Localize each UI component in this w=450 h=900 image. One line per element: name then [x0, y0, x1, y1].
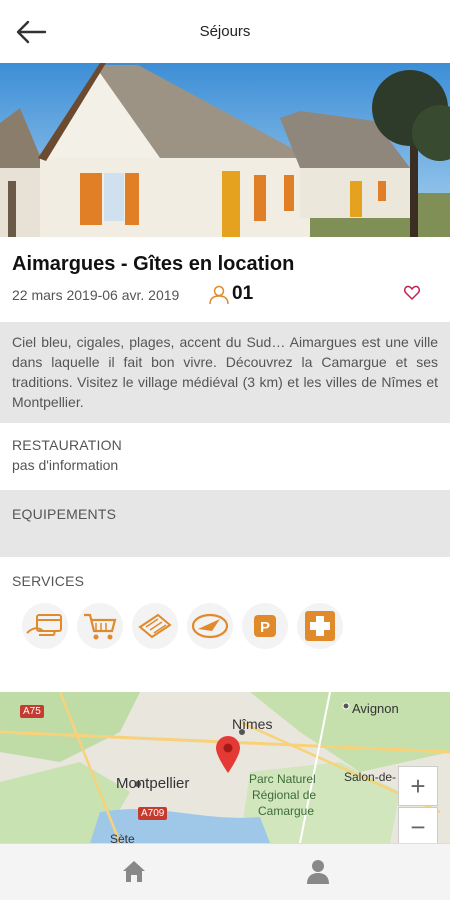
hero-photo: [0, 63, 450, 237]
map-zoom-out-button[interactable]: −: [398, 807, 438, 843]
location-map[interactable]: A75 Nîmes Avignon Montpellier Parc Natur…: [0, 692, 450, 843]
map-label-parc-2: Régional de: [252, 788, 317, 802]
map-label-avignon: Avignon: [352, 701, 399, 716]
guest-count: 01: [232, 283, 254, 304]
listing-title: Aimargues - Gîtes en location: [12, 253, 295, 275]
svg-text:P: P: [260, 619, 270, 636]
listing-dates: 22 mars 2019-06 avr. 2019: [12, 287, 180, 303]
map-label-nimes: Nîmes: [232, 716, 273, 732]
newspaper-icon: [138, 613, 172, 639]
restauration-section: RESTAURATION pas d'information: [0, 423, 450, 490]
service-post[interactable]: [187, 603, 233, 649]
map-label-montpellier: Montpellier: [116, 775, 190, 792]
restauration-value: pas d'information: [12, 457, 119, 473]
parking-icon: P: [254, 615, 276, 637]
service-press[interactable]: [132, 603, 178, 649]
service-parking[interactable]: P: [242, 603, 288, 649]
map-label-parc: Parc Naturel: [249, 772, 316, 786]
map-label-a709: A709: [138, 807, 168, 820]
first-aid-icon: [305, 611, 335, 641]
post-office-icon: [191, 613, 229, 639]
services-section: SERVICES P: [0, 557, 450, 692]
equipements-section: EQUIPEMENTS: [0, 490, 450, 557]
map-zoom-in-button[interactable]: +: [398, 766, 438, 806]
equipements-label: EQUIPEMENTS: [12, 506, 117, 522]
service-card-payment[interactable]: [22, 603, 68, 649]
bottom-navigation: [0, 843, 450, 900]
services-list: P: [22, 603, 343, 649]
favorite-heart-icon[interactable]: [403, 284, 421, 302]
page-title: Séjours: [199, 23, 251, 40]
services-label: SERVICES: [12, 573, 85, 589]
back-arrow-icon[interactable]: [14, 18, 48, 46]
map-label-parc-3: Camargue: [258, 804, 315, 818]
restauration-label: RESTAURATION: [12, 437, 122, 453]
service-first-aid[interactable]: [297, 603, 343, 649]
person-icon: [209, 285, 229, 305]
profile-icon[interactable]: [303, 856, 333, 886]
home-icon[interactable]: [119, 856, 149, 886]
listing-description: Ciel bleu, cigales, plages, accent du Su…: [0, 322, 450, 423]
listing-header: Aimargues - Gîtes en location 22 mars 20…: [0, 237, 450, 319]
map-pin-icon[interactable]: [214, 734, 242, 774]
shopping-cart-icon: [84, 613, 117, 640]
card-payment-icon: [26, 614, 62, 636]
map-label-sete: Sète: [110, 832, 135, 843]
map-label-a75: A75: [20, 705, 44, 718]
map-label-salon: Salon-de-: [344, 770, 397, 784]
service-shop[interactable]: [77, 603, 123, 649]
app-header: Séjours: [0, 0, 450, 63]
